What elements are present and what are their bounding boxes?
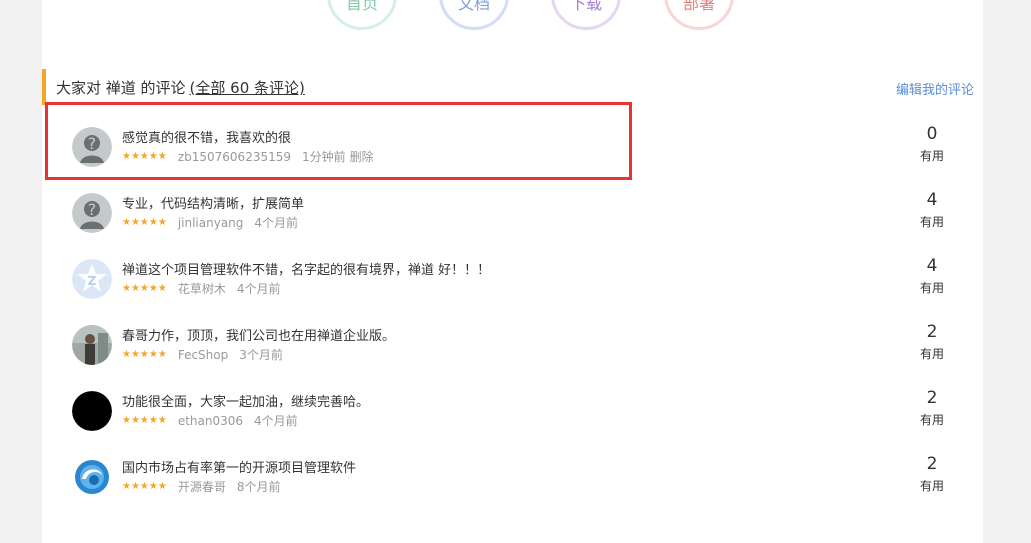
review-text: 国内市场占有率第一的开源项目管理软件 bbox=[122, 461, 357, 476]
section-title: 大家对 禅道 的评论 (全部 60 条评论) bbox=[56, 77, 305, 98]
review-author[interactable]: jinlianyang bbox=[178, 216, 244, 230]
review-time: 4个月前 bbox=[254, 414, 298, 428]
helpful-count: 4 bbox=[926, 190, 938, 210]
review-text: 功能很全面，大家一起加油，继续完善哈。 bbox=[122, 395, 370, 410]
default-user-icon: ? bbox=[72, 193, 112, 233]
helpful-label: 有用 bbox=[919, 413, 944, 427]
helpful-count: 0 bbox=[926, 124, 938, 144]
review-time: 4个月前 bbox=[236, 282, 281, 296]
review-author[interactable]: 花草树木 bbox=[178, 280, 226, 297]
review-item: Z 禅道这个项目管理软件不错，名字起的很有境界，禅道 好！！！ ★★★★★ 花草… bbox=[72, 256, 952, 309]
helpful-counter[interactable]: 2 有用 bbox=[910, 321, 954, 362]
helpful-count: 2 bbox=[926, 322, 938, 342]
helpful-count: 2 bbox=[926, 454, 938, 474]
review-meta: ★★★★★ ethan0306 4个月前 bbox=[122, 412, 298, 429]
rating-stars: ★★★★★ bbox=[122, 151, 167, 162]
helpful-label: 有用 bbox=[919, 149, 944, 163]
helpful-counter[interactable]: 2 有用 bbox=[910, 453, 954, 494]
review-meta: ★★★★★ 花草树木 4个月前 bbox=[122, 280, 280, 297]
photo-avatar bbox=[72, 325, 112, 365]
helpful-count: 4 bbox=[926, 256, 938, 276]
review-time: 3个月前 bbox=[239, 348, 283, 362]
blue-swirl-logo-icon bbox=[72, 457, 112, 497]
section-title-text: 大家对 禅道 的评论 bbox=[56, 79, 186, 97]
helpful-counter[interactable]: 2 有用 bbox=[910, 387, 954, 428]
review-time: 8个月前 bbox=[236, 480, 281, 494]
review-author[interactable]: zb1507606235159 bbox=[178, 150, 291, 164]
review-author[interactable]: ethan0306 bbox=[178, 414, 243, 428]
helpful-counter[interactable]: 4 有用 bbox=[910, 255, 954, 296]
nav-docs-label: 文档 bbox=[457, 0, 490, 13]
rating-stars: ★★★★★ bbox=[122, 349, 167, 360]
review-text: 春哥力作，顶顶，我们公司也在用禅道企业版。 bbox=[122, 329, 396, 344]
delete-review-link[interactable]: 删除 bbox=[350, 148, 374, 165]
helpful-counter[interactable]: 0 有用 bbox=[910, 123, 954, 164]
default-user-icon: ? bbox=[72, 127, 112, 167]
review-item: 春哥力作，顶顶，我们公司也在用禅道企业版。 ★★★★★ FecShop 3个月前… bbox=[72, 322, 952, 375]
review-author[interactable]: 开源春哥 bbox=[178, 478, 226, 495]
review-author[interactable]: FecShop bbox=[178, 348, 228, 362]
review-item: ? 专业，代码结构清晰，扩展简单 ★★★★★ jinlianyang 4个月前 … bbox=[72, 190, 952, 243]
review-item: ? 感觉真的很不错，我喜欢的很 ★★★★★ zb1507606235159 1分… bbox=[72, 124, 952, 177]
nav-download-label: 下载 bbox=[569, 0, 602, 13]
helpful-counter[interactable]: 4 有用 bbox=[910, 189, 954, 230]
review-meta: ★★★★★ 开源春哥 8个月前 bbox=[122, 478, 280, 495]
svg-text:Z: Z bbox=[88, 274, 97, 288]
review-text: 专业，代码结构清晰，扩展简单 bbox=[122, 197, 305, 212]
helpful-label: 有用 bbox=[919, 281, 944, 295]
review-meta: ★★★★★ FecShop 3个月前 bbox=[122, 346, 283, 363]
rating-stars: ★★★★★ bbox=[122, 283, 167, 294]
section-accent-bar bbox=[42, 69, 46, 105]
all-reviews-link[interactable]: (全部 60 条评论) bbox=[190, 79, 305, 97]
review-item: 功能很全面，大家一起加油，继续完善哈。 ★★★★★ ethan0306 4个月前… bbox=[72, 388, 952, 441]
review-text: 禅道这个项目管理软件不错，名字起的很有境界，禅道 好！！！ bbox=[122, 263, 491, 278]
review-meta: ★★★★★ jinlianyang 4个月前 bbox=[122, 214, 298, 231]
rating-stars: ★★★★★ bbox=[122, 415, 167, 426]
svg-text:?: ? bbox=[88, 200, 97, 219]
rating-stars: ★★★★★ bbox=[122, 481, 167, 492]
helpful-label: 有用 bbox=[919, 347, 944, 361]
nav-deploy-label: 部署 bbox=[682, 0, 715, 13]
review-meta: ★★★★★ zb1507606235159 1分钟前 删除 bbox=[122, 148, 374, 165]
review-text: 感觉真的很不错，我喜欢的很 bbox=[122, 131, 292, 146]
zentao-logo-icon: Z bbox=[72, 259, 112, 299]
rating-stars: ★★★★★ bbox=[122, 217, 167, 228]
nav-home-label: 首页 bbox=[345, 0, 378, 13]
review-time: 1分钟前 bbox=[302, 150, 346, 164]
helpful-label: 有用 bbox=[919, 215, 944, 229]
review-time: 4个月前 bbox=[254, 216, 299, 230]
edit-my-review-link[interactable]: 编辑我的评论 bbox=[896, 79, 974, 98]
svg-text:?: ? bbox=[88, 134, 97, 153]
review-item: 国内市场占有率第一的开源项目管理软件 ★★★★★ 开源春哥 8个月前 2 有用 bbox=[72, 454, 952, 507]
helpful-count: 2 bbox=[926, 388, 938, 408]
helpful-label: 有用 bbox=[919, 479, 944, 493]
black-circle-avatar bbox=[72, 391, 112, 431]
